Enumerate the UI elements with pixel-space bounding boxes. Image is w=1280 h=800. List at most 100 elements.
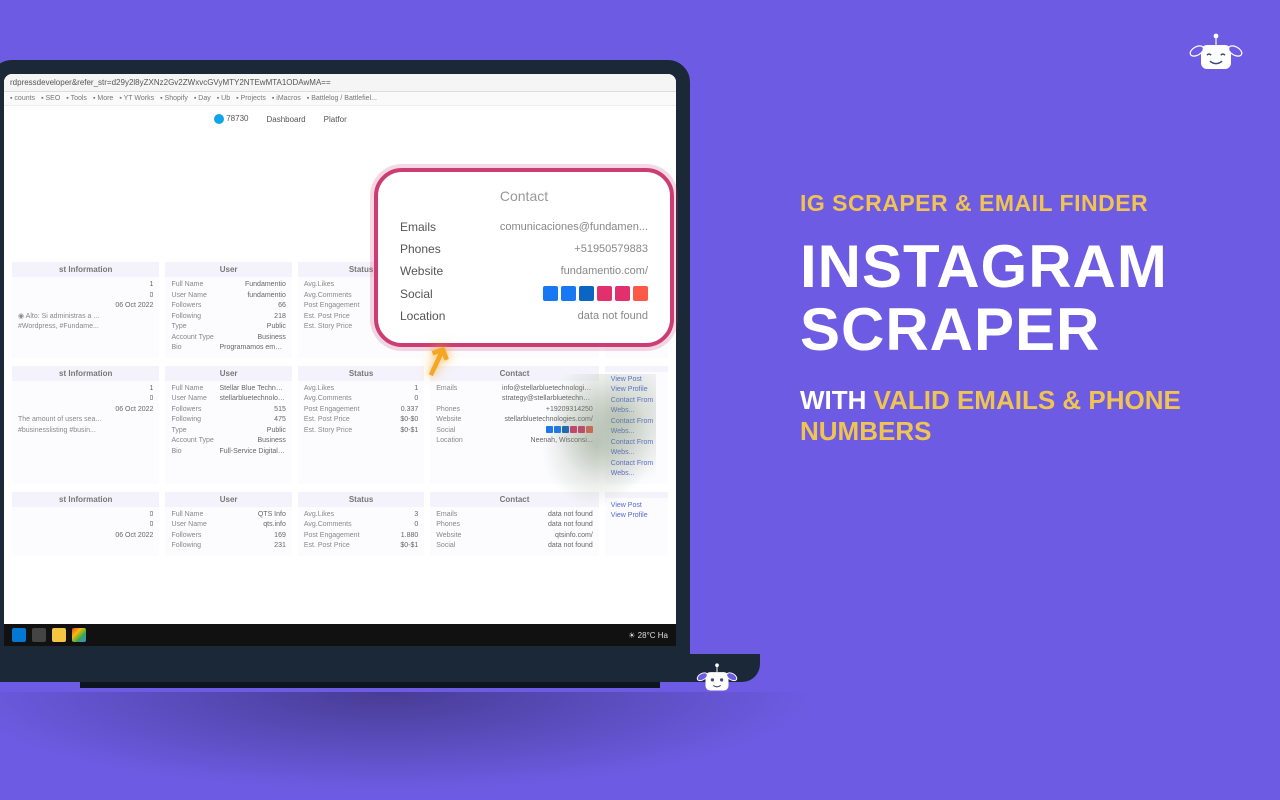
taskbar[interactable]: ☀ 28°C Ha <box>4 624 676 646</box>
data-row: Followers66 <box>171 301 285 312</box>
data-row: BioProgramamos empresas... <box>171 343 285 354</box>
data-row: Following475 <box>171 415 285 426</box>
data-row: TypePublic <box>171 426 285 437</box>
data-row: #businesslisting #busin... <box>18 426 153 437</box>
bookmark-item[interactable]: ▪ Shopify <box>160 95 188 102</box>
popup-emails-value: comunicaciones@fundamen... <box>500 221 648 233</box>
data-row: TypePublic <box>171 322 285 333</box>
bookmark-item[interactable]: ▪ Projects <box>236 95 266 102</box>
data-row: Est. Story Price$0-$1 <box>304 426 418 437</box>
column-header: Status <box>298 366 424 381</box>
column-header: User <box>165 262 291 277</box>
credits-count: 78730 <box>226 114 248 123</box>
data-row: Avg.Comments0 <box>304 520 418 531</box>
data-row: 06 Oct 2022 <box>18 405 153 416</box>
contact-popup: Contact Emails comunicaciones@fundamen...… <box>374 168 674 347</box>
data-row: 0 <box>18 520 153 531</box>
data-row: Followers169 <box>171 531 285 542</box>
data-row: 06 Oct 2022 <box>18 301 153 312</box>
bookmark-item[interactable]: ▪ YT Works <box>119 95 154 102</box>
column-header: User <box>165 492 291 507</box>
task-app-icon[interactable] <box>52 628 66 642</box>
laptop-mockup: rdpressdeveloper&refer_str=d29y2l8yZXNz2… <box>0 60 770 730</box>
instagram-icon[interactable] <box>615 286 630 301</box>
data-row: 0 <box>18 510 153 521</box>
data-row: The amount of users sea... <box>18 415 153 426</box>
nav-platform[interactable]: Platfor <box>324 115 347 124</box>
column-header: Status <box>298 492 424 507</box>
data-row: Post Engagement1.880 <box>304 531 418 542</box>
data-row: Socialdata not found <box>436 541 593 552</box>
data-row: 0 <box>18 394 153 405</box>
data-row: Full NameStellar Blue Technologies <box>171 384 285 395</box>
column-header: User <box>165 366 291 381</box>
data-row: ◉ Alto: Si administras a ... <box>18 312 153 323</box>
data-row: Websiteqtsinfo.com/ <box>436 531 593 542</box>
popup-phones-value: +51950579883 <box>574 243 648 255</box>
hero-footer: WITH VALID EMAILS & PHONE NUMBERS <box>800 385 1240 447</box>
hero-text-block: IG SCRAPER & EMAIL FINDER INSTAGRAM SCRA… <box>800 190 1240 447</box>
popup-social-icons <box>543 286 648 301</box>
bookmark-item[interactable]: ▪ Ub <box>217 95 230 102</box>
data-row: Avg.Likes1 <box>304 384 418 395</box>
data-row: Account TypeBusiness <box>171 333 285 344</box>
column-header: st Information <box>12 366 159 381</box>
data-row: 1 <box>18 384 153 395</box>
weather-widget[interactable]: ☀ 28°C Ha <box>628 631 668 640</box>
nav-dashboard[interactable]: Dashboard <box>266 115 305 124</box>
bookmark-item[interactable]: ▪ counts <box>10 95 35 102</box>
bookmark-item[interactable]: ▪ iMacros <box>272 95 301 102</box>
bookmark-item[interactable]: ▪ Battlelog / Battlefiel... <box>307 95 377 102</box>
column-header <box>605 366 668 372</box>
column-header: st Information <box>12 492 159 507</box>
data-row: Followers515 <box>171 405 285 416</box>
facebook-icon[interactable] <box>561 286 576 301</box>
popup-emails-label: Emails <box>400 220 436 234</box>
task-app-icon[interactable] <box>32 628 46 642</box>
mascot-icon <box>694 656 740 702</box>
app-header: 78730 Dashboard Platfor <box>4 106 676 132</box>
instagram-icon[interactable] <box>633 286 648 301</box>
popup-social-label: Social <box>400 287 433 301</box>
hero-title: INSTAGRAM SCRAPER <box>800 235 1240 361</box>
data-row: User Namefundamentio <box>171 291 285 302</box>
data-row: Full NameQTS Info <box>171 510 285 521</box>
chrome-icon[interactable] <box>72 628 86 642</box>
data-row: #Wordpress, #Fundame... <box>18 322 153 333</box>
data-row: 06 Oct 2022 <box>18 531 153 542</box>
data-row: Est. Post Price$0-$0 <box>304 415 418 426</box>
data-row: Est. Post Price$0-$1 <box>304 541 418 552</box>
instagram-icon[interactable] <box>597 286 612 301</box>
data-row: BioFull-Service Digital Marke... <box>171 447 285 458</box>
column-header: st Information <box>12 262 159 277</box>
data-row: User Nameqts.info <box>171 520 285 531</box>
popup-phones-label: Phones <box>400 242 441 256</box>
data-row: Avg.Comments0 <box>304 394 418 405</box>
data-row: Following231 <box>171 541 285 552</box>
popup-title: Contact <box>400 188 648 204</box>
data-row: Avg.Likes3 <box>304 510 418 521</box>
popup-location-label: Location <box>400 309 445 323</box>
data-row: Full NameFundamentio <box>171 280 285 291</box>
data-row: Post Engagement0.337 <box>304 405 418 416</box>
data-row: Phonesdata not found <box>436 520 593 531</box>
windows-start-icon[interactable] <box>12 628 26 642</box>
bookmark-item[interactable]: ▪ Tools <box>66 95 87 102</box>
bookmark-item[interactable]: ▪ SEO <box>41 95 60 102</box>
bookmarks-bar[interactable]: ▪ counts ▪ SEO ▪ Tools ▪ More ▪ YT Works ▪ Sh… <box>4 92 676 106</box>
bookmark-item[interactable]: ▪ Day <box>194 95 211 102</box>
popup-website-value: fundamentio.com/ <box>561 265 648 277</box>
popup-website-label: Website <box>400 264 443 278</box>
logo-robot-icon <box>1186 24 1246 84</box>
linkedin-icon[interactable] <box>579 286 594 301</box>
credits-icon <box>214 114 224 124</box>
facebook-icon[interactable] <box>543 286 558 301</box>
data-row: 0 <box>18 291 153 302</box>
data-row: 1 <box>18 280 153 291</box>
popup-location-value: data not found <box>578 310 648 322</box>
data-row: Following218 <box>171 312 285 323</box>
data-row: Account TypeBusiness <box>171 436 285 447</box>
hero-subtitle: IG SCRAPER & EMAIL FINDER <box>800 190 1240 217</box>
bookmark-item[interactable]: ▪ More <box>93 95 113 102</box>
url-bar[interactable]: rdpressdeveloper&refer_str=d29y2l8yZXNz2… <box>4 74 676 92</box>
